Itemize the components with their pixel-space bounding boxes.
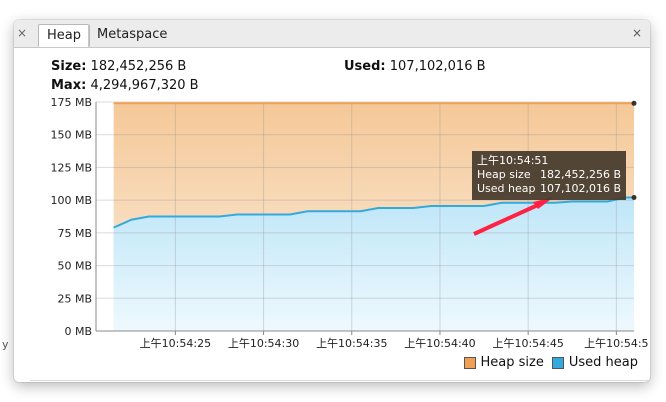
legend-label-heap-size: Heap size xyxy=(480,355,544,370)
heap-size-endpoint xyxy=(631,100,637,106)
used-heap-endpoint xyxy=(631,195,637,201)
y-tick-label: 25 MB xyxy=(57,292,92,305)
x-tick-label: 上午10:54:45 xyxy=(492,337,563,350)
tooltip-time: 上午10:54:51 xyxy=(477,154,549,167)
chart-legend: Heap size Used heap xyxy=(463,355,638,370)
heap-monitor-window: × Heap Metaspace × Size: 182,452,256 B U… xyxy=(14,20,650,382)
y-tick-label: 50 MB xyxy=(57,260,92,273)
x-tick-label: 上午10:54:35 xyxy=(316,337,387,350)
y-tick-label: 125 MB xyxy=(50,161,92,174)
legend-swatch-heap-size xyxy=(463,356,476,369)
y-tick-label: 175 MB xyxy=(50,96,92,109)
legend-item-heap-size[interactable]: Heap size xyxy=(463,355,544,370)
legend-swatch-used-heap xyxy=(551,356,564,369)
tooltip-heap-row: Heap size 182,452,256 B xyxy=(477,168,621,182)
y-tick-label: 100 MB xyxy=(50,194,92,207)
legend-label-used-heap: Used heap xyxy=(568,355,638,370)
edge-glyph: y xyxy=(2,338,9,351)
tooltip-used-row: Used heap 107,102,016 B xyxy=(477,182,621,196)
y-tick-label: 75 MB xyxy=(57,227,92,240)
x-tick-label: 上午10:54:30 xyxy=(228,337,299,350)
tooltip-used-value: 107,102,016 B xyxy=(539,182,621,195)
heap-chart: 0 MB 25 MB 50 MB 75 MB 100 MB 125 MB 150 MB 175… xyxy=(50,96,648,350)
tooltip-heap-value: 182,452,256 B xyxy=(539,168,621,181)
window-divider xyxy=(30,380,650,381)
chart-tooltip: 上午10:54:51 Heap size 182,452,256 B Used … xyxy=(472,151,626,200)
x-tick-label: 上午10:54:40 xyxy=(404,337,475,350)
y-tick-label: 150 MB xyxy=(50,129,92,142)
tooltip-heap-label: Heap size xyxy=(477,168,531,181)
x-tick-label: 上午10:54:25 xyxy=(140,337,211,350)
x-tick-label: 上午10:54:5 xyxy=(584,337,648,350)
tooltip-used-label: Used heap xyxy=(477,182,536,195)
used-heap-area xyxy=(113,197,634,331)
y-tick-label: 0 MB xyxy=(64,325,92,338)
legend-item-used-heap[interactable]: Used heap xyxy=(551,355,638,370)
